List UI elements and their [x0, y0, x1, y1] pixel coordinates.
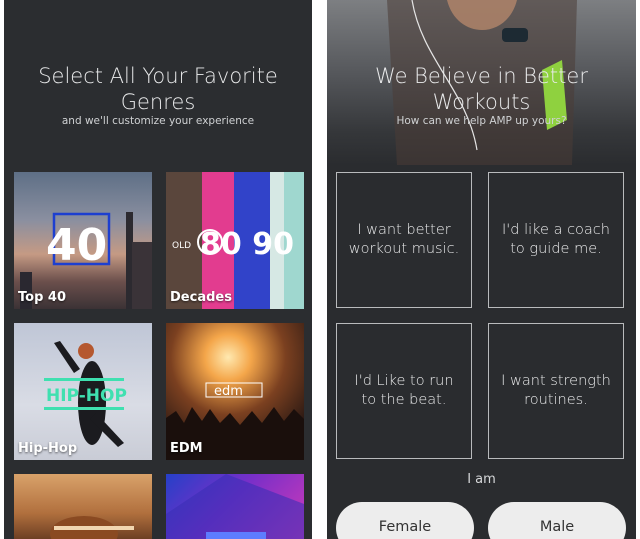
option-coach[interactable]: I'd like a coach to guide me.: [488, 172, 624, 308]
genre-label-hip-hop: Hip-Hop: [18, 441, 78, 456]
decades-artwork: OLD 80 90 2K: [166, 172, 304, 309]
genres-title: Select All Your Favorite Genres: [38, 64, 278, 114]
genre-tile-partial-1[interactable]: [14, 474, 152, 539]
genres-subtitle: and we'll customize your experience: [61, 115, 255, 127]
genres-screen: Select All Your Favorite Genres and we'l…: [4, 0, 312, 539]
top-40-art-number: 40: [46, 220, 107, 271]
genre-tile-partial-2[interactable]: [166, 474, 304, 539]
gender-prompt: I am: [467, 472, 496, 487]
hip-hop-artwork: HIP-HOP: [44, 341, 127, 447]
genre-tile-top-40[interactable]: 40 Top 40: [14, 172, 152, 309]
edm-artwork: edm: [166, 382, 304, 460]
option-better-music[interactable]: I want better workout music.: [336, 172, 472, 308]
genre-label-edm: EDM: [170, 441, 203, 456]
genre-label-top-40: Top 40: [18, 290, 66, 305]
option-strength-routines[interactable]: I want strength routines.: [488, 323, 624, 459]
decades-art-numbers: 80 90 2K: [200, 227, 304, 262]
male-button[interactable]: Male: [488, 502, 626, 539]
top-40-artwork: 40: [20, 212, 152, 309]
workouts-subtitle: How can we help AMP up yours?: [396, 115, 567, 127]
option-run-to-beat[interactable]: I'd Like to run to the beat.: [336, 323, 472, 459]
edm-art-text: edm: [214, 384, 243, 399]
decades-art-small: OLD: [172, 241, 191, 251]
workouts-screen: We Believe in Better Workouts How can we…: [327, 0, 636, 539]
neon-artwork: [166, 474, 304, 539]
genre-label-decades: Decades: [170, 290, 232, 305]
female-button[interactable]: Female: [336, 502, 474, 539]
genre-tile-decades[interactable]: OLD 80 90 2K Decades: [166, 172, 304, 309]
guitar-artwork: [50, 516, 134, 539]
genre-tile-hip-hop[interactable]: HIP-HOP Hip-Hop: [14, 323, 152, 460]
workouts-title: We Believe in Better Workouts: [375, 64, 588, 114]
genre-tile-edm[interactable]: edm EDM: [166, 323, 304, 460]
hip-hop-art-text: HIP-HOP: [46, 386, 127, 406]
